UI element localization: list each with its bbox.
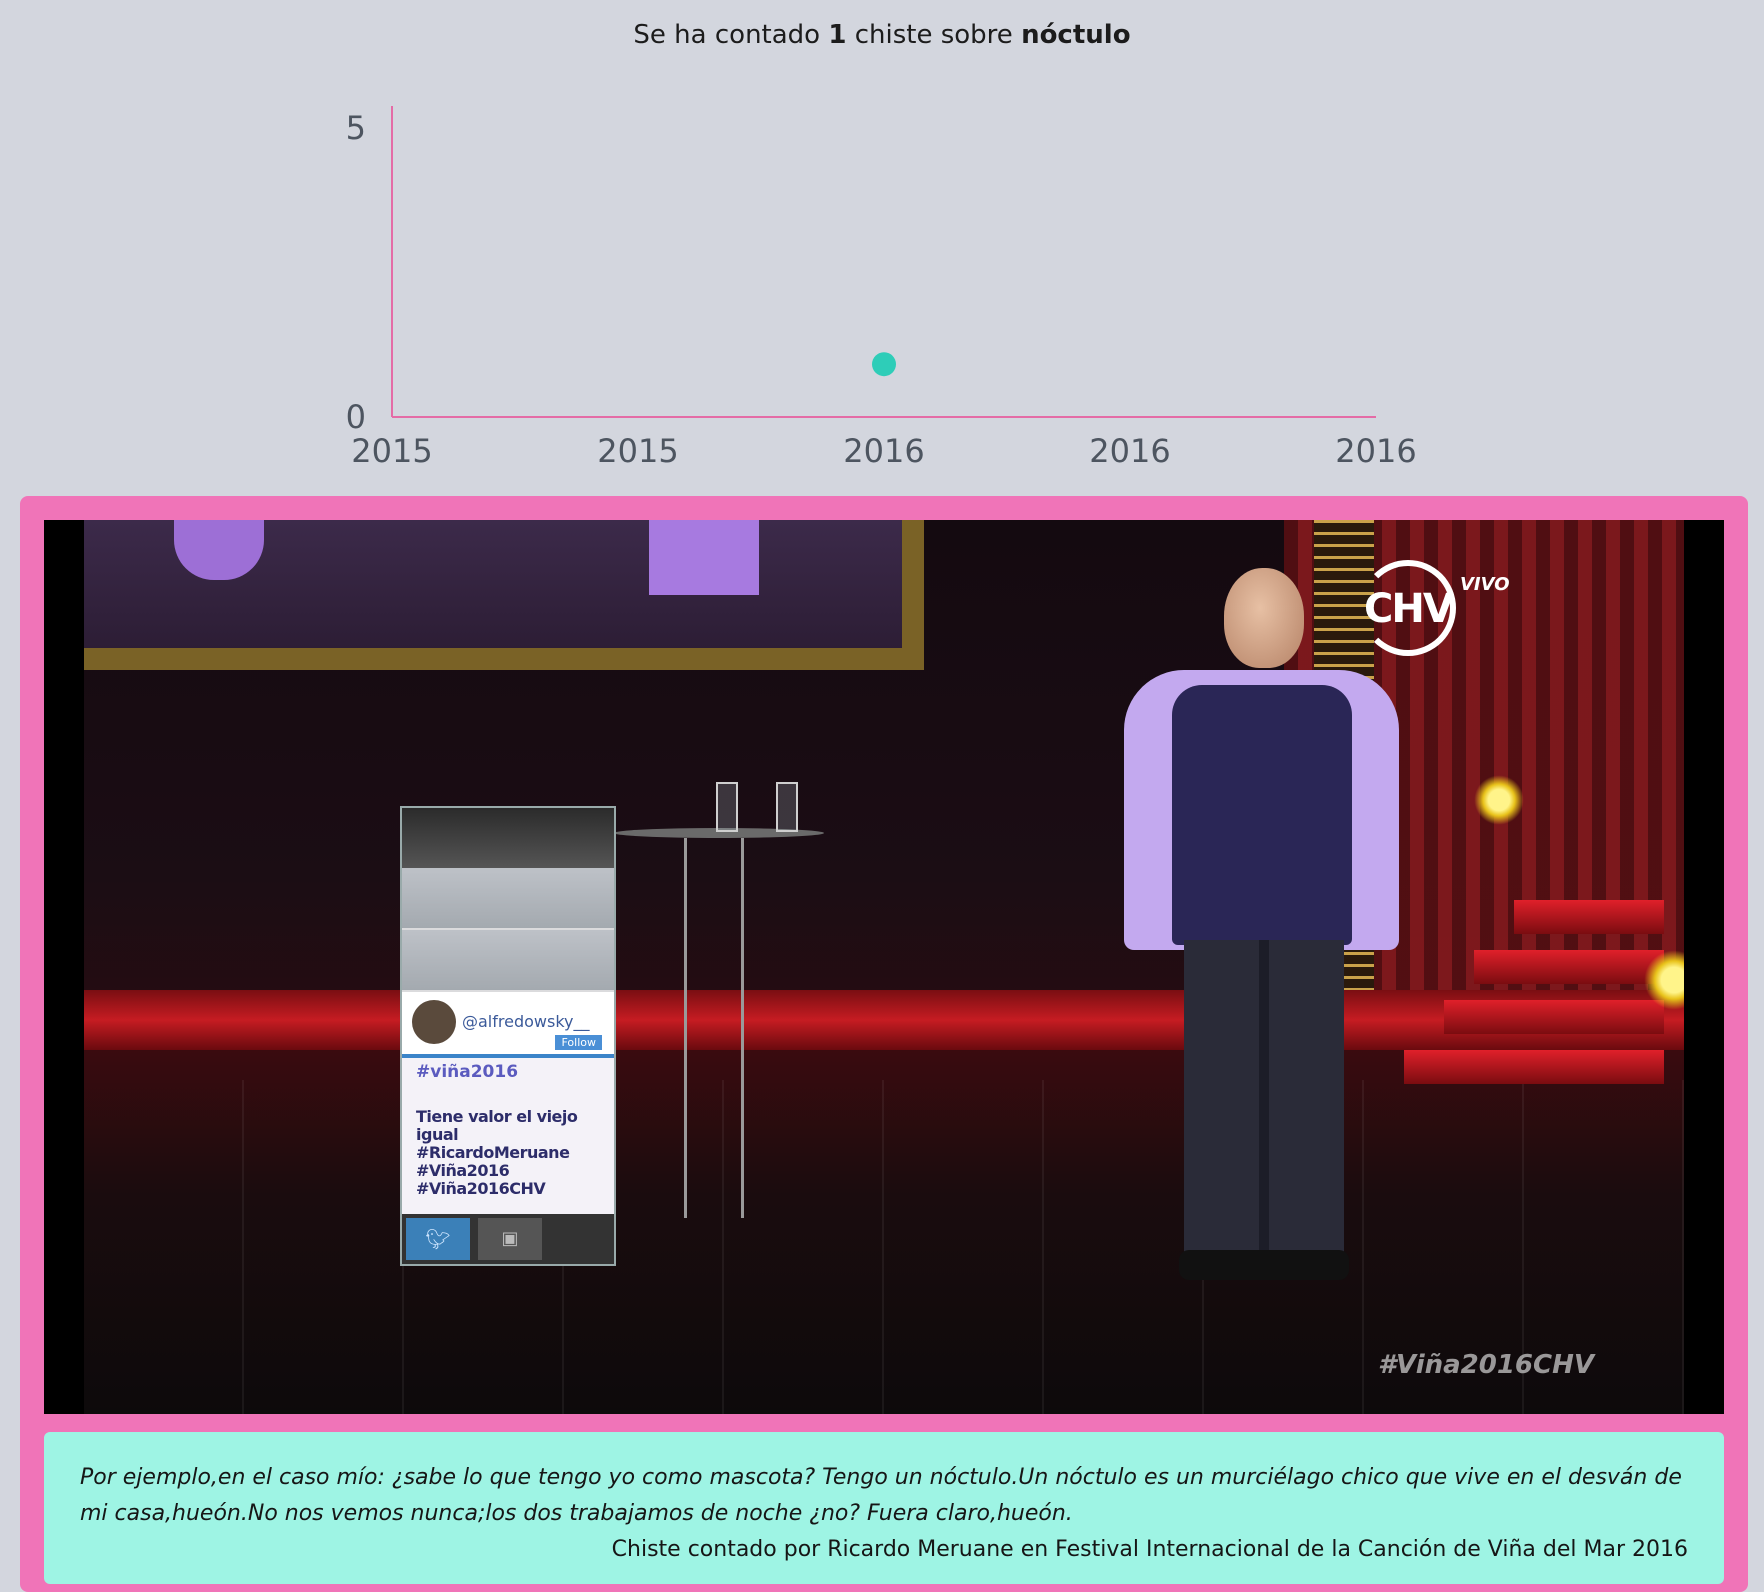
- headline-term: nóctulo: [1021, 20, 1131, 50]
- tweet-user-row: @alfredowsky__ Follow: [402, 992, 614, 1058]
- x-tick-label: 2016: [1335, 432, 1416, 470]
- logo-text: CHV: [1364, 586, 1454, 632]
- video-frame: @alfredowsky__ Follow #viña2016 Tiene va…: [84, 520, 1684, 1414]
- twitter-bird-icon: 🐦︎: [406, 1218, 470, 1260]
- y-tick-label: 0: [346, 398, 366, 436]
- tweet-body: Tiene valor el viejo igual #RicardoMerua…: [402, 1086, 614, 1198]
- live-label: VIVO: [1460, 574, 1510, 595]
- headline-count: 1: [828, 20, 847, 50]
- x-tick-label: 2015: [351, 432, 432, 470]
- broadcast-hashtag: #Viña2016CHV: [1377, 1350, 1594, 1380]
- tweet-line: #Viña2016 #Viña2016CHV: [416, 1161, 546, 1198]
- comedian-legs: [1184, 940, 1344, 1260]
- tweet-hashtag: #viña2016: [416, 1062, 519, 1082]
- x-tick-label: 2015: [597, 432, 678, 470]
- comedian-head: [1224, 568, 1304, 668]
- comedian-shoes: [1179, 1250, 1349, 1280]
- tweet-faded-row: [402, 930, 614, 992]
- chv-logo: CHV VIVO: [1360, 560, 1510, 660]
- headline: Se ha contado 1 chiste sobre nóctulo: [0, 20, 1764, 50]
- joke-text: Por ejemplo,en el caso mío: ¿sabe lo que…: [80, 1465, 1682, 1526]
- avatar: [412, 1000, 456, 1044]
- water-glass: [776, 782, 798, 832]
- joke-source: Chiste contado por Ricardo Meruane en Fe…: [611, 1537, 1688, 1562]
- data-point[interactable]: [872, 352, 896, 377]
- joke-quote: Por ejemplo,en el caso mío: ¿sabe lo que…: [44, 1432, 1724, 1584]
- tweet-footer: 🐦︎ ▣: [402, 1214, 614, 1264]
- x-tick-label: 2016: [843, 432, 924, 470]
- headline-middle: chiste sobre: [854, 20, 1013, 50]
- tweet-username: @alfredowsky__: [462, 1012, 590, 1031]
- joke-card: @alfredowsky__ Follow #viña2016 Tiene va…: [20, 496, 1748, 1592]
- follow-button: Follow: [555, 1035, 602, 1050]
- table-leg: [684, 838, 744, 1218]
- comedian-vest: [1172, 685, 1352, 945]
- x-tick-label: 2016: [1089, 432, 1170, 470]
- tweet-header: [402, 808, 614, 868]
- instagram-icon: ▣: [478, 1218, 542, 1260]
- stage-steps: [1404, 900, 1664, 1100]
- joke-count-chart: 2015 2015 2016 2016 2016 0 5: [346, 106, 1417, 470]
- tweet-line: Tiene valor el viejo igual: [416, 1107, 578, 1144]
- tweet-faded-row: [402, 868, 614, 930]
- spotlight-icon: [1474, 775, 1524, 825]
- gold-frame: [84, 520, 924, 670]
- headline-prefix: Se ha contado: [633, 20, 821, 50]
- water-glass: [716, 782, 738, 832]
- y-tick-label: 5: [346, 109, 366, 147]
- tweet-line: #RicardoMeruane: [416, 1143, 570, 1162]
- video-player[interactable]: @alfredowsky__ Follow #viña2016 Tiene va…: [44, 520, 1724, 1414]
- tweet-overlay: @alfredowsky__ Follow #viña2016 Tiene va…: [400, 806, 616, 1266]
